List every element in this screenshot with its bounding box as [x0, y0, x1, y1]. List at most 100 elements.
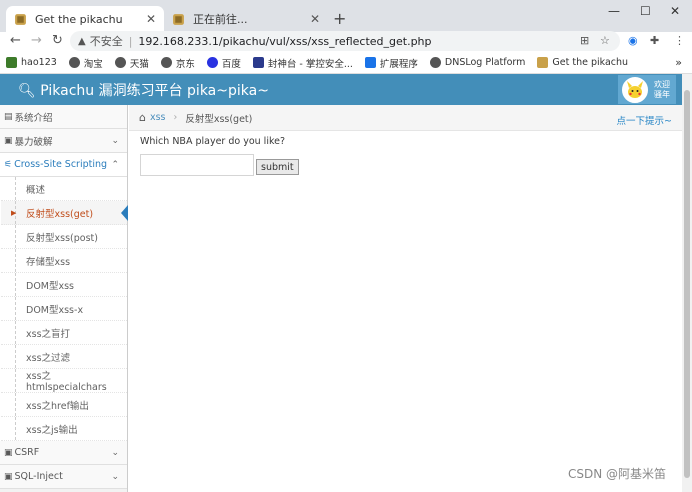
maximize-icon[interactable]: ☐ — [640, 4, 651, 18]
extension-circle-icon[interactable]: ◉ — [628, 34, 638, 47]
lock-icon: ▣ — [4, 135, 13, 146]
pikachu-avatar-icon — [627, 80, 643, 98]
avatar — [622, 76, 648, 103]
hao123-icon — [6, 57, 17, 68]
sidebar-item-bruteforce[interactable]: ▣ 暴力破解 ⌄ — [0, 129, 127, 153]
breadcrumb-separator: › — [173, 112, 178, 123]
user-welcome[interactable]: 欢迎 骚年 — [618, 75, 676, 104]
url-text: 192.168.233.1/pikachu/vul/xss/xss_reflec… — [138, 34, 432, 48]
submenu-item-htmlspecialchars[interactable]: xss之htmlspecialchars — [1, 369, 127, 393]
chevron-down-icon: ⌄ — [111, 135, 119, 146]
submenu-item-js[interactable]: xss之js输出 — [1, 417, 127, 441]
tab-title: Get the pikachu — [35, 12, 123, 26]
caret-right-icon: ▶ — [11, 208, 17, 217]
sidebar-item-xss[interactable]: ⚟ Cross-Site Scripting ⌃ — [0, 153, 127, 177]
sidebar-item-intro[interactable]: ▤ 系统介绍 — [0, 105, 127, 129]
sidebar: ▤ 系统介绍 ▣ 暴力破解 ⌄ ⚟ Cross-Site Scripting ⌃… — [0, 105, 128, 492]
bookmark-jd[interactable]: 京东 — [160, 56, 195, 70]
bookmark-label: hao123 — [21, 57, 57, 68]
bookmark-fengshentai[interactable]: 封神台 - 掌控安全... — [252, 56, 353, 70]
sidebar-item-label: 暴力破解 — [14, 136, 53, 148]
site-header: 🔍︎ Pikachu 漏洞练习平台 pika~pika~ 欢迎 骚年 — [0, 74, 682, 105]
sidebar-item-label: CSRF — [14, 447, 40, 458]
url-separator: | — [128, 34, 133, 48]
page-viewport: 🔍︎ Pikachu 漏洞练习平台 pika~pika~ 欢迎 骚年 ▤ 系统介… — [0, 74, 682, 492]
bookmark-label: 天猫 — [129, 58, 149, 70]
window-close-icon[interactable]: ✕ — [670, 4, 680, 18]
submenu-item-stored[interactable]: 存储型xss — [1, 249, 127, 273]
watermark: CSDN @阿基米笛 — [567, 467, 666, 481]
player-form: submit — [140, 154, 299, 176]
welcome-line-1: 欢迎 — [654, 79, 670, 89]
bookmarks-bar: hao123 淘宝 天猫 京东 百度 封神台 - 掌控安全... 扩展程序 DN… — [0, 52, 692, 74]
bookmark-label: Get the pikachu — [552, 57, 629, 68]
globe-icon — [160, 57, 172, 68]
sidebar-item-sqli[interactable]: ▣ SQL-Inject ⌄ — [0, 465, 127, 489]
globe-icon — [68, 57, 80, 68]
welcome-text: 欢迎 骚年 — [654, 80, 670, 100]
submenu-label: xss之盲打 — [26, 328, 71, 340]
home-icon[interactable]: ⌂ — [139, 111, 146, 124]
pikachu-favicon-icon — [173, 13, 184, 25]
tab-loading[interactable]: 正在前往... ✕ — [164, 6, 328, 32]
browser-toolbar: ← → ↻ ▲ 不安全 | 192.168.233.1/pikachu/vul/… — [0, 31, 692, 52]
main-content: Which NBA player do you like? submit — [140, 136, 299, 176]
warning-icon: ▲ — [78, 35, 86, 47]
submenu-item-filter[interactable]: xss之过滤 — [1, 345, 127, 369]
bookmark-label: 封神台 - 掌控安全... — [267, 58, 353, 70]
shield-icon: ▣ — [4, 447, 13, 458]
database-icon: ▣ — [4, 471, 13, 482]
bookmarks-more-button[interactable]: » — [675, 56, 682, 69]
menu-kebab-icon[interactable]: ⋮ — [674, 34, 685, 47]
pikachu-favicon-icon — [537, 57, 549, 68]
submenu-item-blind[interactable]: xss之盲打 — [1, 321, 127, 345]
globe-icon — [429, 57, 441, 68]
extensions-puzzle-icon[interactable]: ✚ — [650, 34, 659, 47]
tab-get-the-pikachu[interactable]: Get the pikachu ✕ — [6, 6, 164, 32]
submenu-label: 反射型xss(get) — [26, 208, 94, 220]
page-scrollbar[interactable] — [682, 74, 692, 492]
submenu-label: DOM型xss — [26, 280, 75, 292]
breadcrumb-link-xss[interactable]: xss — [150, 112, 166, 123]
bookmark-extensions[interactable]: 扩展程序 — [364, 56, 418, 70]
address-bar[interactable]: ▲ 不安全 | 192.168.233.1/pikachu/vul/xss/xs… — [70, 31, 620, 51]
submenu-item-dom[interactable]: DOM型xss — [1, 273, 127, 297]
submenu-label: xss之htmlspecialchars — [26, 371, 107, 393]
sitemap-icon: ⚟ — [4, 159, 13, 170]
back-icon[interactable]: ← — [10, 33, 21, 48]
submenu-label: xss之过滤 — [26, 352, 71, 364]
scrollbar-thumb[interactable] — [684, 90, 690, 478]
hint-link[interactable]: 点一下提示~ — [617, 113, 672, 127]
submenu-item-dom-x[interactable]: DOM型xss-x — [1, 297, 127, 321]
submenu-item-href[interactable]: xss之href输出 — [1, 393, 127, 417]
submenu-item-overview[interactable]: 概述 — [1, 177, 127, 201]
site-title[interactable]: 🔍︎ Pikachu 漏洞练习平台 pika~pika~ — [18, 80, 269, 100]
tab-close-icon[interactable]: ✕ — [146, 12, 156, 26]
submenu-label: 存储型xss — [26, 256, 71, 268]
welcome-line-2: 骚年 — [654, 89, 670, 99]
sidebar-item-csrf[interactable]: ▣ CSRF ⌄ — [0, 441, 127, 465]
reload-icon[interactable]: ↻ — [52, 33, 63, 48]
tab-close-icon[interactable]: ✕ — [310, 12, 320, 26]
translate-icon[interactable]: ⊞ — [580, 34, 589, 47]
bookmark-baidu[interactable]: 百度 — [206, 56, 241, 70]
submenu-item-reflected-get[interactable]: ▶ 反射型xss(get) — [1, 201, 128, 225]
chevron-down-icon: ⌄ — [111, 447, 119, 458]
xss-submenu: 概述 ▶ 反射型xss(get) 反射型xss(post) 存储型xss DOM型… — [0, 177, 128, 441]
submenu-item-reflected-post[interactable]: 反射型xss(post) — [1, 225, 127, 249]
bookmark-star-icon[interactable]: ☆ — [600, 34, 610, 47]
bookmark-dnslog[interactable]: DNSLog Platform — [429, 57, 525, 68]
sidebar-item-label: 系统介绍 — [14, 112, 53, 124]
player-input[interactable] — [140, 154, 254, 176]
minimize-icon[interactable]: — — [608, 4, 620, 18]
bookmark-pikachu[interactable]: Get the pikachu — [537, 57, 628, 68]
bookmark-hao123[interactable]: hao123 — [6, 57, 57, 68]
chevron-down-icon: ⌄ — [111, 471, 119, 482]
sidebar-item-label: SQL-Inject — [14, 471, 63, 482]
submit-button[interactable]: submit — [256, 159, 299, 175]
bookmark-tmall[interactable]: 天猫 — [114, 56, 149, 70]
forward-icon[interactable]: → — [31, 33, 42, 48]
desktop-icon: ▤ — [4, 111, 13, 122]
new-tab-button[interactable]: + — [333, 9, 346, 28]
bookmark-taobao[interactable]: 淘宝 — [68, 56, 103, 70]
